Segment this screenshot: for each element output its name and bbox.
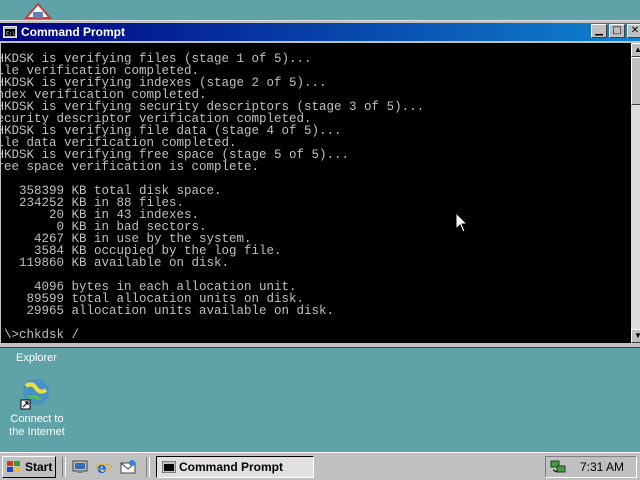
scroll-down-button[interactable]: ▼ xyxy=(631,329,640,343)
command-prompt-window: C:\ Command Prompt ▁ □ ✕ CHKDSK is verif… xyxy=(0,20,640,348)
scroll-thumb[interactable] xyxy=(631,57,640,105)
window-controls: ▁ □ ✕ xyxy=(591,24,640,38)
explorer-label[interactable]: Explorer xyxy=(16,352,57,364)
network-icon[interactable] xyxy=(550,460,566,474)
title-bar[interactable]: C:\ Command Prompt ▁ □ ✕ xyxy=(0,23,640,41)
console-output[interactable]: CHKDSK is verifying files (stage 1 of 5)… xyxy=(1,43,631,343)
svg-text:C:\: C:\ xyxy=(6,31,15,37)
start-button[interactable]: Start xyxy=(2,456,56,478)
window-title: Command Prompt xyxy=(21,25,126,39)
windows-logo-icon xyxy=(7,461,20,472)
connect-internet-icon[interactable] xyxy=(18,376,54,412)
mouse-cursor-icon xyxy=(455,212,469,233)
desktop-icon-partial[interactable] xyxy=(24,0,52,20)
connect-label-line2: the Internet xyxy=(9,426,65,438)
console-text: CHKDSK is verifying files (stage 1 of 5)… xyxy=(1,53,424,342)
minimize-button[interactable]: ▁ xyxy=(591,24,607,38)
console-line: Free space verification is complete. xyxy=(1,160,260,174)
maximize-button[interactable]: □ xyxy=(609,24,625,38)
console-line: C:\>chkdsk / xyxy=(1,328,80,342)
scroll-up-button[interactable]: ▲ xyxy=(631,43,640,57)
start-label: Start xyxy=(25,460,53,474)
taskbar-button-command-prompt[interactable]: Command Prompt xyxy=(156,456,314,478)
vertical-scrollbar[interactable]: ▲ ▼ xyxy=(631,43,640,343)
system-tray: 7:31 AM xyxy=(545,456,637,478)
console-line: 119860 KB available on disk. xyxy=(1,256,230,270)
console-icon xyxy=(162,461,176,473)
taskbar: Start e Command Prompt 7:31 AM xyxy=(0,452,640,480)
quicklaunch-separator-2 xyxy=(146,457,150,477)
task-label: Command Prompt xyxy=(179,460,284,474)
console-line: 29965 allocation units available on disk… xyxy=(1,304,335,318)
connect-label-line1: Connect to xyxy=(10,413,64,425)
internet-explorer-icon[interactable]: e xyxy=(96,459,112,475)
connect-internet-label[interactable]: Connect to the Internet xyxy=(2,413,72,439)
console-icon: C:\ xyxy=(3,26,17,38)
outlook-express-icon[interactable] xyxy=(120,459,136,475)
close-button[interactable]: ✕ xyxy=(627,24,640,38)
show-desktop-icon[interactable] xyxy=(72,459,88,475)
clock[interactable]: 7:31 AM xyxy=(580,460,624,474)
svg-text:e: e xyxy=(97,459,107,475)
quicklaunch-separator xyxy=(62,457,66,477)
